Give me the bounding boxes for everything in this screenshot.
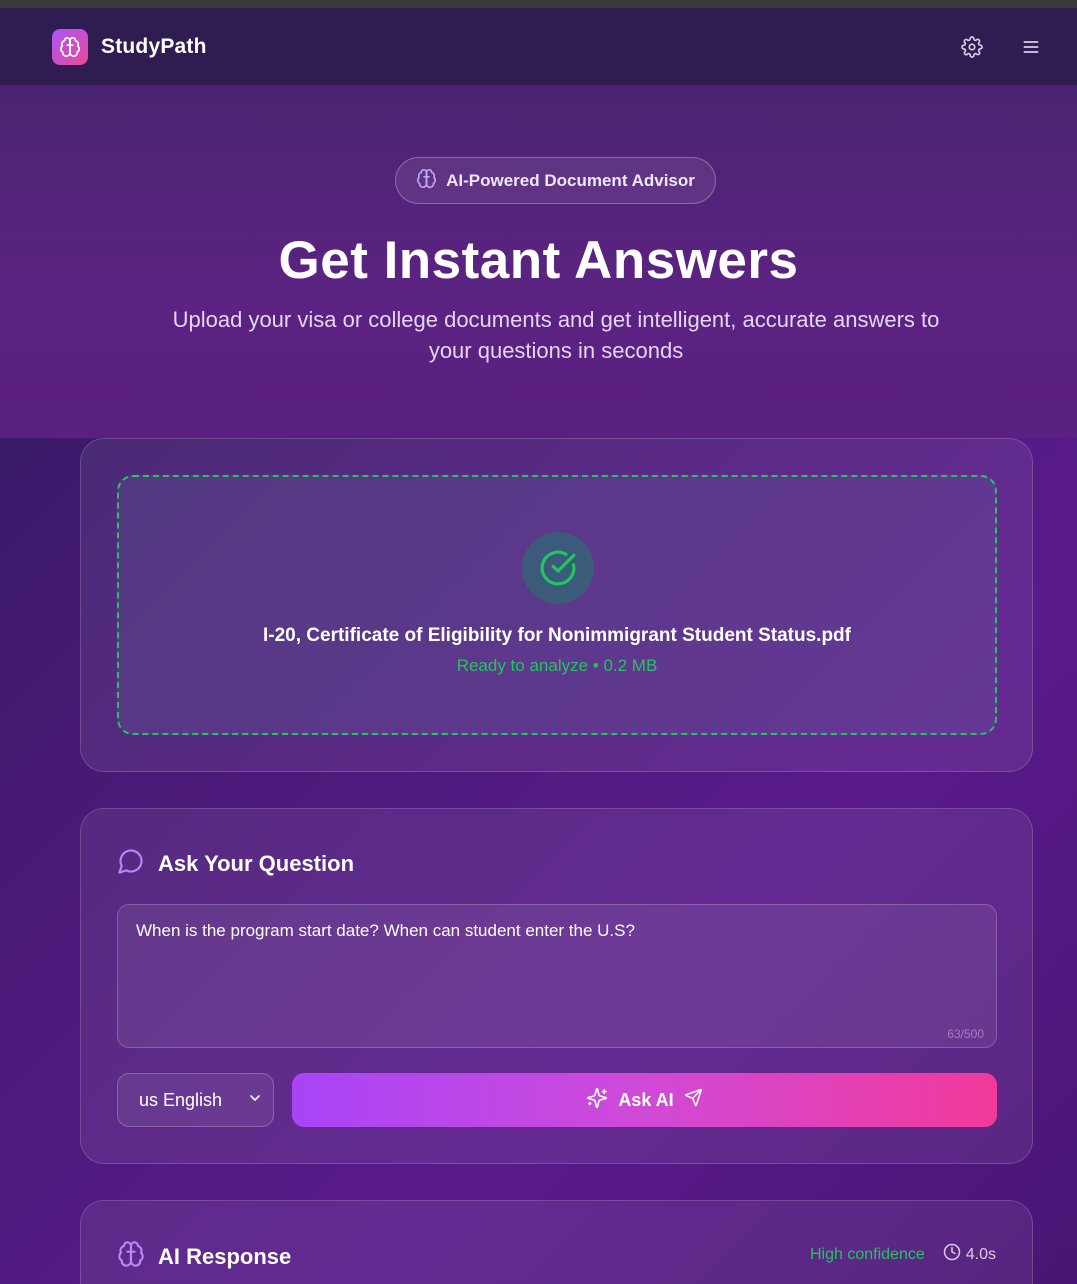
brand[interactable]: StudyPath: [52, 28, 207, 65]
response-heading: AI Response: [117, 1240, 291, 1274]
brain-icon: [416, 168, 437, 194]
nav-actions: [961, 35, 1041, 58]
gear-icon[interactable]: [961, 35, 983, 58]
question-textarea[interactable]: When is the program start date? When can…: [117, 904, 997, 1048]
char-count: 63/500: [947, 1027, 984, 1041]
question-heading: Ask Your Question: [117, 847, 354, 881]
elapsed-time: 4.0s: [943, 1243, 996, 1266]
brain-icon: [117, 1240, 145, 1274]
clock-icon: [943, 1243, 961, 1266]
response-heading-label: AI Response: [158, 1244, 292, 1269]
response-meta: High confidence 4.0s: [810, 1243, 996, 1266]
ask-ai-button[interactable]: Ask AI: [292, 1073, 997, 1127]
question-text: When is the program start date? When can…: [136, 921, 635, 940]
language-select[interactable]: us English: [117, 1073, 274, 1127]
hero-badge: AI-Powered Document Advisor: [395, 157, 716, 204]
hero-badge-label: AI-Powered Document Advisor: [446, 170, 695, 190]
file-status: Ready to analyze • 0.2 MB: [456, 656, 658, 675]
hero-subtitle: Upload your visa or college documents an…: [172, 307, 940, 363]
response-card: AI Response High confidence 4.0s: [80, 1200, 1033, 1284]
confidence-label: High confidence: [810, 1245, 925, 1263]
sparkles-icon: [586, 1087, 608, 1114]
language-select-value: us English: [139, 1089, 223, 1110]
question-card: Ask Your Question When is the program st…: [80, 808, 1033, 1164]
brain-logo-icon: [52, 28, 88, 65]
app-name: StudyPath: [101, 34, 207, 58]
window-top-strip: [0, 0, 1077, 8]
chat-bubble-icon: [117, 847, 145, 881]
check-circle-icon: [522, 532, 594, 604]
send-icon: [684, 1088, 703, 1112]
uploaded-file-name: I-20, Certificate of Eligibility for Non…: [263, 625, 851, 646]
question-heading-label: Ask Your Question: [158, 851, 355, 876]
elapsed-value: 4.0s: [965, 1245, 996, 1263]
hamburger-menu-icon[interactable]: [1021, 37, 1041, 57]
chevron-down-icon: [247, 1090, 263, 1111]
file-dropzone[interactable]: I-20, Certificate of Eligibility for Non…: [117, 475, 997, 735]
page-title: Get Instant Answers: [278, 231, 799, 290]
upload-card: I-20, Certificate of Eligibility for Non…: [80, 438, 1033, 772]
navbar: StudyPath: [0, 8, 1077, 85]
ask-ai-label: Ask AI: [618, 1089, 674, 1110]
hero-section: AI-Powered Document Advisor Get Instant …: [0, 85, 1077, 438]
